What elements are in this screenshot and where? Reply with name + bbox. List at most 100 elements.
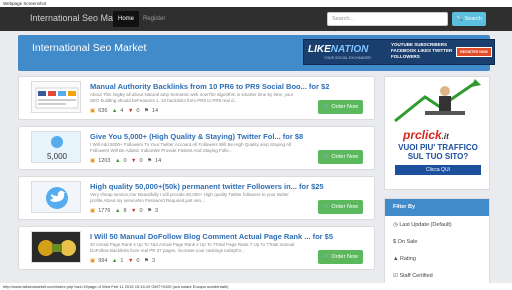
filter-on-sale[interactable]: $ On Sale [393,239,417,245]
negative-count: 0 [136,108,140,114]
screenshot-caption: Webpage Screenshot [0,0,512,7]
page-title: International Seo Market [32,42,147,54]
order-now-button[interactable]: 🛒 Order Now [318,250,363,264]
cart-icon: 🛒 [323,154,330,160]
order-count: 14 [151,108,159,114]
ad-cta-button[interactable]: Clicca QUI [395,165,481,175]
thumbs-up-icon: ▲ [114,158,121,164]
flag-icon: ⚑ [147,158,153,164]
order-count: 3 [155,208,159,214]
status-bar: http://www.isitseomarket.com/index.php?a… [0,283,512,290]
views-icon: ▣ [90,108,96,114]
order-now-label: Order Now [331,254,358,260]
listing-thumbnail[interactable]: 5,000 [31,131,81,163]
order-now-label: Order Now [331,104,358,110]
order-now-button[interactable]: 🛒 Order Now [318,150,363,164]
order-now-label: Order Now [331,204,358,210]
listing-thumbnail[interactable] [31,231,81,263]
thumbs-up-icon: ▲ [114,208,121,214]
positive-count: 1 [120,258,124,264]
order-count: 14 [155,158,162,164]
likenation-services: YOUTUBE SUBSCRIBERS FACEBOOK LIKES TWITT… [391,42,453,59]
check-icon: ☑ [393,273,398,279]
backlinks-thumbnail-icon [35,87,79,109]
filter-staff-certified[interactable]: ☑ Staff Certified [393,273,433,279]
listing-description: I Will Add 5000+ Followers To Your Twitt… [90,142,292,153]
negative-count: 0 [139,208,143,214]
listing-stats: ▣ 1776 ▲ 8 ▼ 0 ⚑ 3 [90,208,161,214]
listing-description: Very cheap service,Our Beautifully I wil… [90,192,289,203]
cart-icon: 🛒 [323,104,330,110]
views-icon: ▣ [90,258,96,264]
filter-heading: Filter By [385,199,489,216]
listing-thumbnail[interactable] [31,181,81,213]
search-icon: 🔍 [456,16,463,22]
listing-title[interactable]: Give You 5,000+ (High Quality & Staying)… [90,132,372,141]
prclick-logo: prclick.it [403,128,449,142]
filter-last-update[interactable]: ◷ Last Update (Default) [393,222,452,228]
likenation-banner-ad[interactable]: LIKENATION YOUR SOCIAL EXCHANGER YOUTUBE… [303,39,495,65]
twitter-bird-icon [46,187,68,209]
listing-stats: ▣ 636 ▲ 4 ▼ 0 ⚑ 14 [90,108,161,114]
order-count: 3 [151,258,156,264]
pagerank-thumbnail [32,232,80,262]
positive-count: 4 [120,108,124,114]
listing-title[interactable]: I Will 50 Manual DoFollow Blog Comment A… [90,232,372,241]
flag-icon: ⚑ [144,108,149,114]
thumbnail-5000-label: 5,000 [47,152,68,161]
thumbs-down-icon: ▼ [127,258,134,264]
order-now-button[interactable]: 🛒 Order Now [318,100,363,114]
views-icon: ▣ [90,158,96,164]
ad-message: VUOI PIU' TRAFFICO SUL TUO SITO? [398,143,478,161]
nav-register-link[interactable]: Register [143,11,173,27]
likenation-tagline: YOUR SOCIAL EXCHANGER [324,56,371,60]
views-icon: ▣ [90,208,96,214]
negative-count: 0 [139,158,143,164]
top-navbar: International Seo Market Home Register S… [0,7,512,31]
listing-stats: ▣ 1203 ▲ 0 ▼ 0 ⚑ 14 [90,158,164,164]
thumbs-down-icon: ▼ [131,208,137,214]
views-count: 1203 [98,158,111,164]
positive-count: 0 [123,158,127,164]
twitter-5000-thumbnail: 5,000 [32,132,80,162]
views-count: 636 [98,108,108,114]
thumbs-up-icon: ▲ [111,258,118,264]
thumbs-down-icon: ▼ [131,158,137,164]
list-item: High quality 50,000+(50k) permanent twit… [18,176,375,220]
listing-thumbnail[interactable] [31,81,81,113]
views-count: 994 [98,258,108,264]
positive-count: 8 [123,208,127,214]
businessman-illustration [385,77,489,127]
dollar-icon: $ [393,239,397,245]
thumbs-up-icon: ▲ [111,108,118,114]
order-now-button[interactable]: 🛒 Order Now [318,200,363,214]
flag-icon: ⚑ [144,258,149,264]
order-now-label: Order Now [331,154,358,160]
likenation-logo: LIKENATION [308,44,369,55]
register-now-button[interactable]: REGISTER NOW [456,47,492,57]
flag-icon: ⚑ [147,208,153,214]
hero-banner: International Seo Market LIKENATION YOUR… [18,35,495,71]
filter-rating[interactable]: ▲ Rating [393,256,416,262]
search-button-label: Search [464,16,482,22]
views-count: 1776 [98,208,111,214]
listing-title[interactable]: Manual Authority Backlinks from 10 PR6 t… [90,82,372,91]
list-item: Manual Authority Backlinks from 10 PR6 t… [18,76,375,120]
listing-description: 40 Actual Page Rank 4 Up To 7&3 Actual P… [90,242,295,253]
nav-home-link[interactable]: Home [113,11,139,27]
prclick-side-ad[interactable]: prclick.it VUOI PIU' TRAFFICO SUL TUO SI… [384,76,490,190]
list-item: 5,000 Give You 5,000+ (High Quality & St… [18,126,375,170]
filter-panel: Filter By ◷ Last Update (Default) $ On S… [384,198,490,290]
search-button[interactable]: 🔍 Search [452,12,486,26]
list-item: I Will 50 Manual DoFollow Blog Comment A… [18,226,375,270]
listing-stats: ▣ 994 ▲ 1 ▼ 0 ⚑ 3 [90,258,158,264]
clock-icon: ◷ [393,222,398,228]
cart-icon: 🛒 [323,204,330,210]
cart-icon: 🛒 [323,254,330,260]
negative-count: 0 [136,258,140,264]
thumbs-down-icon: ▼ [127,108,134,114]
listing-title[interactable]: High quality 50,000+(50k) permanent twit… [90,182,372,191]
search-input[interactable]: Search... [327,12,448,26]
thumbs-up-icon: ▲ [393,256,399,262]
listing-description: About This GigBy all about Natural amp S… [90,92,294,103]
